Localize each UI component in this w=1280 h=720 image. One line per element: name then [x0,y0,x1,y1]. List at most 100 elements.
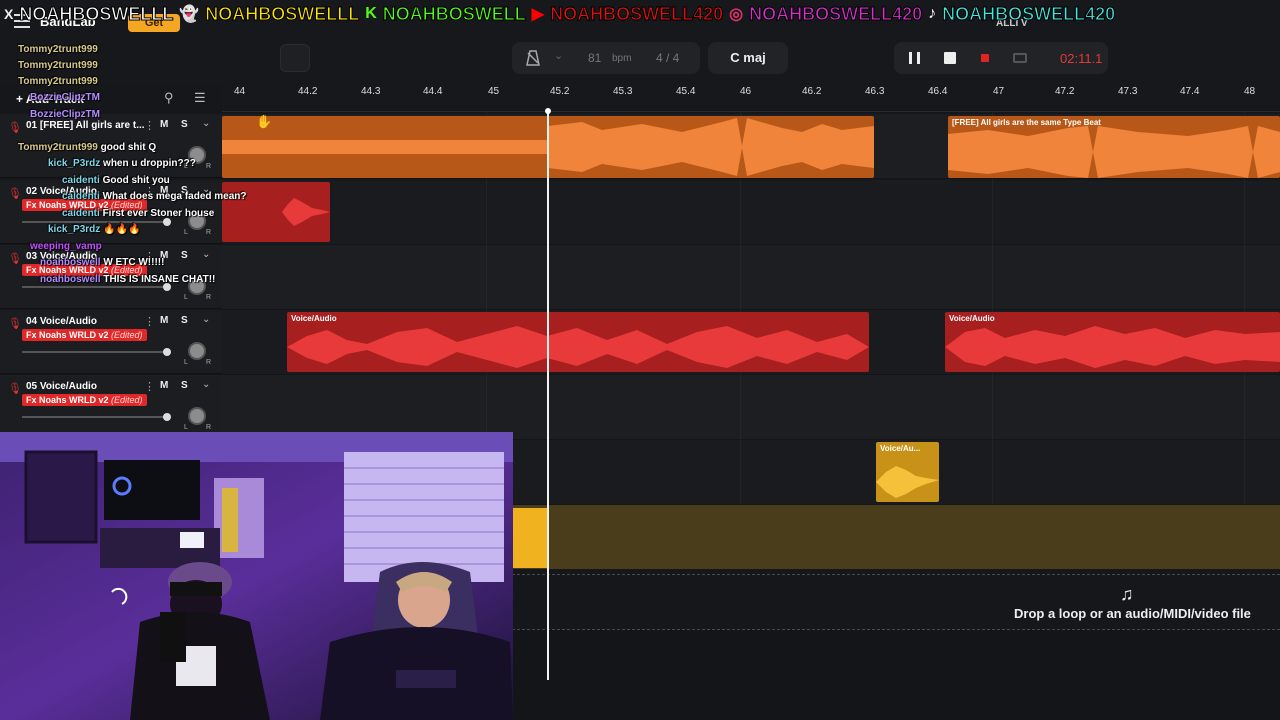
streamer-banner: X NOAHBOSWELLL 👻 NOAHBOSWELLL K NOAHBOSW… [0,0,1280,28]
pan-left-label: L [184,359,188,366]
track-lane-5[interactable] [222,375,1280,440]
ruler-tick: 47 [993,86,1005,97]
bpm-value[interactable]: 81 [588,51,601,65]
stop-icon [944,52,956,64]
x-handle: NOAHBOSWELLL [19,3,174,24]
empty-area [512,630,1280,720]
key-selector[interactable]: C maj [708,42,788,74]
mute-button[interactable]: M [160,119,168,130]
fx-edited: (Edited) [111,330,143,340]
ruler-tick: 44.4 [423,86,443,97]
playhead[interactable] [547,110,549,680]
track-name[interactable]: 05 Voice/Audio [26,381,97,392]
track-lane-2[interactable] [222,180,1280,245]
mixer-icon[interactable]: ☰ [194,90,206,106]
mute-button[interactable]: M [160,315,168,326]
audio-clip-voice[interactable]: Voice/Audio [287,312,869,372]
track-header-5[interactable]: 🎙 05 Voice/Audio ⋮ M S ⌄ Fx Noahs WRLD v… [0,375,222,439]
solo-button[interactable]: S [181,380,188,391]
track-lane-3[interactable] [222,245,1280,310]
waveform [876,466,939,498]
volume-handle[interactable] [163,413,171,421]
chevron-down-icon[interactable]: ⌄ [202,249,210,260]
solo-button[interactable]: S [181,119,188,130]
instagram-handle: NOAHBOSWELL420 [749,3,923,24]
ruler-tick: 44.2 [298,86,318,97]
fx-badge[interactable]: Fx Noahs WRLD v2 (Edited) [22,394,147,406]
chat-message: Tommy2trunt999 [18,44,98,55]
tool-toggle-button[interactable] [280,44,310,72]
solo-button[interactable]: S [181,315,188,326]
mic-icon[interactable]: 🎙 [8,382,22,395]
tiktok-handle: NOAHBOSWELL420 [942,3,1116,24]
volume-slider[interactable] [22,351,168,353]
volume-handle[interactable] [163,218,171,226]
chat-message: kick_P3rdz when u droppin??? [48,158,196,169]
metronome-icon[interactable] [526,50,540,66]
tuner-icon[interactable]: ⚲ [164,90,174,106]
chevron-down-icon[interactable]: ⌄ [554,49,563,62]
time-signature[interactable]: 4 / 4 [656,51,679,65]
chevron-down-icon[interactable]: ⌄ [202,314,210,325]
snapchat-handle: NOAHBOSWELLL [205,3,360,24]
pause-button[interactable] [896,42,932,74]
tempo-control[interactable]: ⌄ 81 bpm 4 / 4 [512,42,700,74]
ruler-tick: 47.4 [1180,86,1200,97]
daw-window: BandLab Get ⌄ 81 bpm 4 / 4 C maj 02:11.1… [0,0,1280,720]
chat-text: Good shit you [102,175,170,186]
volume-slider[interactable] [22,221,168,223]
chat-username: Tommy2trunt999 [18,76,98,87]
pan-knob[interactable] [188,342,206,360]
fx-badge[interactable]: Fx Noahs WRLD v2 (Edited) [22,329,147,341]
chevron-down-icon[interactable]: ⌄ [202,379,210,390]
yellow-track-lane[interactable] [512,505,1280,569]
ruler-tick: 47.2 [1055,86,1075,97]
mic-icon[interactable]: 🎙 [8,252,22,265]
loop-button[interactable] [1002,42,1038,74]
chat-username: weeping_vamp [30,241,102,252]
drop-zone[interactable] [512,574,1280,630]
chat-username: BozzieClipzTM [30,109,100,120]
chevron-down-icon[interactable]: ⌄ [202,118,210,129]
youtube-handle: NOAHBOSWELL420 [550,3,724,24]
drop-zone-text: Drop a loop or an audio/MIDI/video file [1014,606,1251,621]
ruler-tick: 44 [234,86,246,97]
mic-icon[interactable]: 🎙 [8,121,22,134]
clip-title: Voice/Au... [880,444,921,453]
pan-knob[interactable] [188,407,206,425]
playhead-handle[interactable] [545,108,551,114]
solo-button[interactable]: S [181,250,188,261]
record-button[interactable] [967,42,1003,74]
record-icon [981,54,989,62]
mic-icon[interactable]: 🎙 [8,317,22,330]
track-menu-icon[interactable]: ⋮ [144,380,155,393]
volume-slider[interactable] [22,286,168,288]
track-header-4[interactable]: 🎙 04 Voice/Audio ⋮ M S ⌄ Fx Noahs WRLD v… [0,310,222,374]
kick-handle: NOAHBOSWELL [382,3,526,24]
chat-username: kick_P3rdz [48,224,101,235]
track-menu-icon[interactable]: ⋮ [144,315,155,328]
volume-slider[interactable] [22,416,168,418]
instagram-icon: ◎ [729,6,744,23]
stop-button[interactable] [932,42,968,74]
volume-handle[interactable] [163,348,171,356]
ruler-tick: 47.3 [1118,86,1138,97]
music-note-add-icon: ♫ [1120,584,1134,604]
track-name[interactable]: 01 [FREE] All girls are t... [26,120,145,131]
chat-username: Tommy2trunt999 [18,60,98,71]
audio-clip-beat[interactable]: [FREE] All girls are the same Type Beat [948,116,1280,178]
fx-name: Fx Noahs WRLD v2 [26,330,109,340]
audio-clip-voice[interactable]: Voice/Audio [945,312,1280,372]
audio-clip-voice[interactable]: Voice/Au... [876,442,939,502]
fx-edited: (Edited) [111,395,143,405]
mute-button[interactable]: M [160,380,168,391]
track-menu-icon[interactable]: ⋮ [144,119,155,132]
chat-text: when u droppin??? [103,158,196,169]
waveform [287,326,869,368]
mic-icon[interactable]: 🎙 [8,187,22,200]
chat-message: kick_P3rdz 🔥🔥🔥 [48,224,140,235]
track-name[interactable]: 04 Voice/Audio [26,316,97,327]
audio-clip-yellow[interactable] [512,508,548,568]
chat-username: noahboswell [40,257,101,268]
timeline-ruler[interactable]: 44 44.2 44.3 44.4 45 45.2 45.3 45.4 46 4… [222,84,1280,112]
